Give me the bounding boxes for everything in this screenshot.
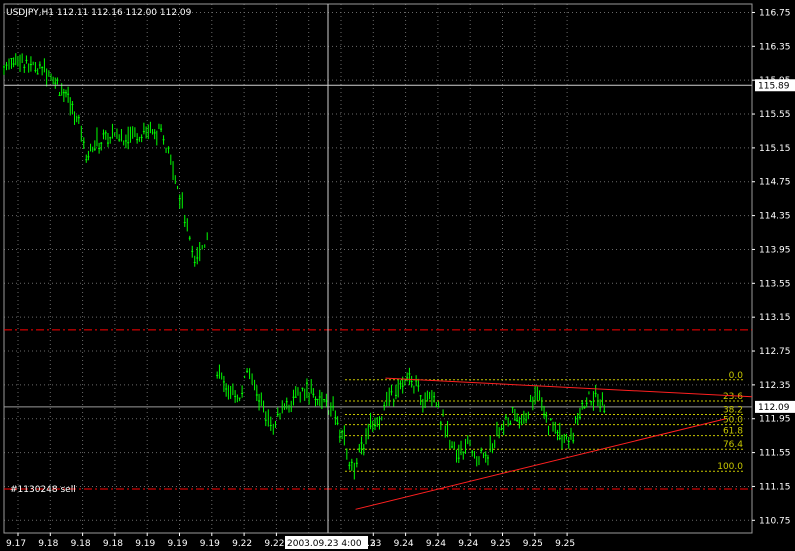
x-tick-label: 9.25 xyxy=(491,539,511,549)
y-tick-label: 113.15 xyxy=(759,313,791,323)
y-tick-label: 111.95 xyxy=(759,415,791,425)
fib-level-label: 23.6 xyxy=(723,392,743,402)
y-tick-label: 112.35 xyxy=(759,381,791,391)
y-tick-label: 110.75 xyxy=(759,516,791,526)
x-tick-label: 9.17 xyxy=(6,539,26,549)
x-tick-label: 9.19 xyxy=(135,539,155,549)
x-tick-label: 9.23 xyxy=(361,539,381,549)
x-tick-label: 9.19 xyxy=(168,539,188,549)
x-tick-label: 9.18 xyxy=(103,539,123,549)
x-tick-label: 9.22 xyxy=(232,539,252,549)
x-tick-label: 9.24 xyxy=(426,539,446,549)
y-tick-label: 113.95 xyxy=(759,245,791,255)
y-tick-label: 116.35 xyxy=(759,42,791,52)
price-chart[interactable]: 0.0 23.6 38.250.061.8 76.4 100.0 116.75 116.3… xyxy=(0,0,795,551)
y-tick-label: 111.55 xyxy=(759,449,791,459)
x-tick-label: 9.19 xyxy=(200,539,220,549)
fib-level-label: 38.2 xyxy=(723,406,743,416)
order-label: #1130248 sell xyxy=(10,485,76,495)
y-tick-label: 114.75 xyxy=(759,178,791,188)
fib-level-label: 61.8 xyxy=(723,427,743,437)
y-tick-label: 114.35 xyxy=(759,212,791,222)
fib-level-label: 0.0 xyxy=(729,371,744,381)
y-tick-label: 112.75 xyxy=(759,347,791,357)
y-tick-label: 115.15 xyxy=(759,144,791,154)
x-tick-label: 9.24 xyxy=(394,539,414,549)
crosshair-time-label: 2003.09.23 4:00 xyxy=(287,539,362,549)
y-tick-label: 115.55 xyxy=(759,110,791,120)
current-price-label: 112.09 xyxy=(758,403,790,413)
x-tick-label: 9.25 xyxy=(555,539,575,549)
fib-level-label: 100.0 xyxy=(717,462,743,472)
x-tick-label: 9.18 xyxy=(38,539,58,549)
chart-background xyxy=(0,0,795,551)
x-tick-label: 9.18 xyxy=(71,539,91,549)
y-tick-label: 113.55 xyxy=(759,279,791,289)
fib-level-label: 76.4 xyxy=(723,440,743,450)
y-tick-label: 111.15 xyxy=(759,482,791,492)
crosshair-price-label: 115.89 xyxy=(758,81,790,91)
x-tick-label: 9.25 xyxy=(523,539,543,549)
y-tick-label: 116.75 xyxy=(759,8,791,18)
fib-level-label: 50.0 xyxy=(723,416,743,426)
x-tick-label: 9.24 xyxy=(458,539,478,549)
symbol-header: USDJPY,H1 112.11 112.16 112.00 112.09 xyxy=(6,8,192,18)
x-tick-label: 9.22 xyxy=(264,539,284,549)
